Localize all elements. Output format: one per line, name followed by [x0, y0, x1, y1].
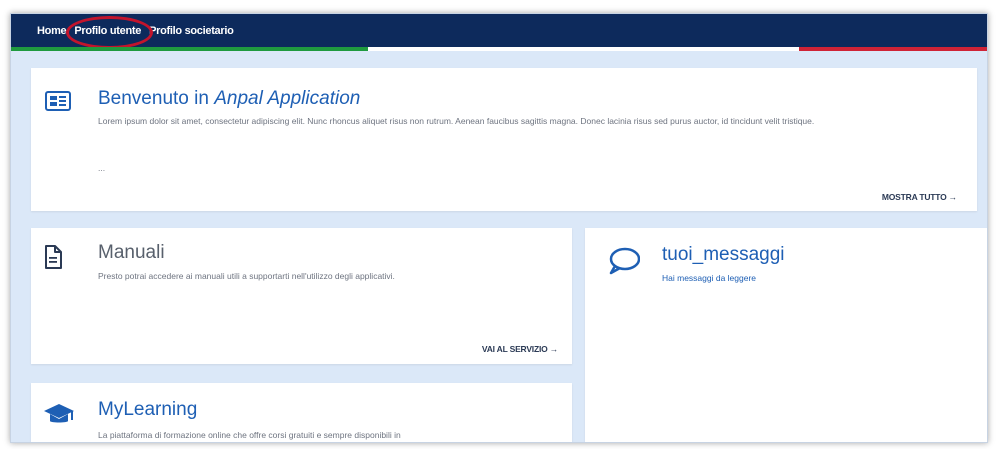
nav-profilo-societario[interactable]: Profilo societario — [149, 25, 234, 37]
manuali-card: Manuali Presto potrai accedere ai manual… — [31, 228, 572, 364]
id-card-icon — [45, 90, 71, 112]
flag-green-band — [11, 47, 368, 51]
welcome-card: Benvenuto in Anpal Application Lorem ips… — [31, 68, 977, 211]
welcome-description: Lorem ipsum dolor sit amet, consectetur … — [98, 116, 815, 126]
flag-strip — [11, 47, 987, 51]
manuali-description: Presto potrai accedere ai manuali utili … — [98, 271, 395, 281]
mylearning-card: MyLearning La piattaforma di formazione … — [31, 383, 572, 442]
messaggi-subtitle[interactable]: Hai messaggi da leggere — [662, 270, 756, 286]
speech-bubble-icon — [607, 246, 641, 276]
messaggi-card: tuoi_messaggi Hai messaggi da leggere — [585, 228, 987, 442]
top-navbar: Home Profilo utente Profilo societario — [11, 14, 987, 47]
document-icon — [43, 244, 63, 270]
mylearning-title: MyLearning — [98, 399, 198, 420]
flag-white-band — [368, 47, 799, 51]
mylearning-description: La piattaforma di formazione online che … — [98, 430, 401, 440]
manuali-title: Manuali — [98, 242, 165, 263]
messaggi-title: tuoi_messaggi — [662, 244, 785, 265]
welcome-title-prefix: Benvenuto in — [98, 88, 215, 109]
nav-profilo-utente[interactable]: Profilo utente — [74, 25, 141, 37]
welcome-ellipsis: ... — [98, 163, 106, 173]
graduation-cap-icon — [43, 401, 75, 427]
mostra-tutto-link[interactable]: MOSTRA TUTTO → — [882, 192, 957, 202]
nav-home[interactable]: Home — [37, 25, 67, 37]
welcome-title-app: Anpal Application — [214, 88, 361, 109]
vai-al-servizio-link[interactable]: VAI AL SERVIZIO → — [482, 344, 558, 354]
welcome-title: Benvenuto in Anpal Application — [98, 88, 360, 110]
flag-red-band — [799, 47, 987, 51]
app-frame: Home Profilo utente Profilo societario B… — [10, 13, 988, 443]
